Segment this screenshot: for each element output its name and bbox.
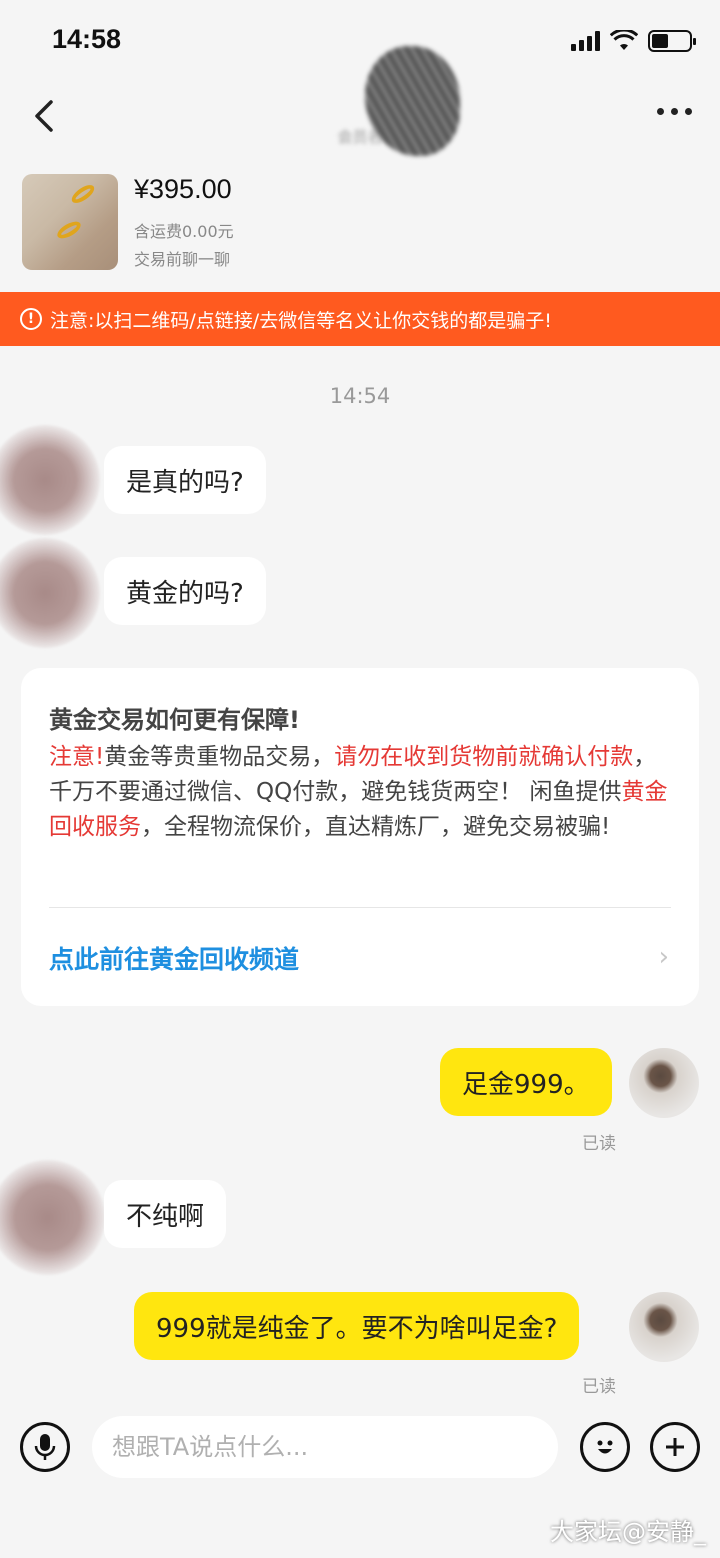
chevron-left-icon (35, 100, 53, 132)
message-bubble[interactable]: 不纯啊 (104, 1180, 227, 1248)
avatar[interactable] (0, 538, 100, 648)
product-chat-hint: 交易前聊一聊 (134, 250, 231, 269)
more-options-button[interactable] (657, 108, 692, 115)
watermark: 大家坛@安静_ (550, 1518, 706, 1546)
product-price: ¥395.00 (134, 174, 232, 204)
battery-icon (648, 30, 696, 52)
status-bar: 14:58 (0, 0, 720, 88)
avatar[interactable] (0, 425, 100, 535)
notice-title: 黄金交易如何更有保障! (49, 706, 300, 734)
message-bubble[interactable]: 足金999。 (440, 1048, 612, 1116)
wifi-icon (610, 30, 638, 50)
contact-name (200, 88, 520, 124)
read-receipt: 已读 (582, 1377, 616, 1397)
cellular-signal-icon (571, 31, 600, 51)
message-bubble[interactable]: 黄金的吗? (104, 557, 266, 625)
notice-text-segment: 请勿在收到货物前就确认付款 (334, 744, 634, 770)
avatar[interactable] (629, 1048, 699, 1118)
contact-title: 会员名 (200, 88, 520, 147)
message-text: 不纯啊 (126, 1201, 205, 1232)
add-attachment-button[interactable] (650, 1422, 700, 1472)
avatar[interactable] (0, 1160, 105, 1275)
gold-trade-notice-card: 黄金交易如何更有保障! 注意!黄金等贵重物品交易，请勿在收到货物前就确认付款，千… (21, 668, 699, 1006)
read-receipt: 已读 (582, 1134, 616, 1154)
emoji-icon (597, 1440, 613, 1454)
message-text: 999就是纯金了。要不为啥叫足金? (156, 1313, 558, 1344)
product-thumbnail[interactable] (22, 174, 118, 270)
notice-text-segment: 注意! (49, 744, 105, 770)
product-summary[interactable]: ¥395.00 含运费0.00元 交易前聊一聊 (22, 174, 702, 272)
message-composer (0, 1408, 720, 1488)
plus-icon (666, 1438, 684, 1456)
back-button[interactable] (26, 96, 66, 136)
chat-header: 会员名 (0, 88, 720, 148)
voice-button[interactable] (20, 1422, 70, 1472)
gold-recycle-channel-link[interactable]: 点此前往黄金回收频道 (49, 940, 299, 976)
message-text: 是真的吗? (126, 467, 244, 498)
message-bubble[interactable]: 是真的吗? (104, 446, 266, 514)
notice-body: 注意!黄金等贵重物品交易，请勿在收到货物前就确认付款，千万不要通过微信、QQ付款… (49, 740, 669, 845)
fraud-warning-banner: ! 注意:以扫二维码/点链接/去微信等名义让你交钱的都是骗子! (0, 292, 720, 346)
notice-text-segment: 黄金等贵重物品交易， (104, 744, 335, 770)
message-bubble[interactable]: 999就是纯金了。要不为啥叫足金? (134, 1292, 580, 1360)
divider (49, 907, 671, 908)
avatar[interactable] (629, 1292, 699, 1362)
chat-timestamp: 14:54 (329, 384, 391, 408)
message-text: 足金999。 (462, 1069, 590, 1100)
product-shipping: 含运费0.00元 (134, 222, 234, 241)
contact-subtitle: 会员名 (337, 128, 383, 146)
warning-text: 注意:以扫二维码/点链接/去微信等名义让你交钱的都是骗子! (50, 309, 552, 332)
message-text: 黄金的吗? (126, 578, 244, 609)
status-icons (571, 30, 696, 52)
status-time: 14:58 (52, 24, 122, 54)
chevron-right-icon[interactable]: › (659, 942, 669, 972)
notice-text-segment: ，全程物流保价，直达精炼厂，避免交易被骗! (141, 814, 611, 840)
emoji-button[interactable] (580, 1422, 630, 1472)
message-input[interactable] (92, 1416, 558, 1478)
more-dots-icon (657, 108, 664, 115)
info-circle-icon: ! (20, 308, 42, 330)
microphone-icon (34, 1434, 56, 1460)
